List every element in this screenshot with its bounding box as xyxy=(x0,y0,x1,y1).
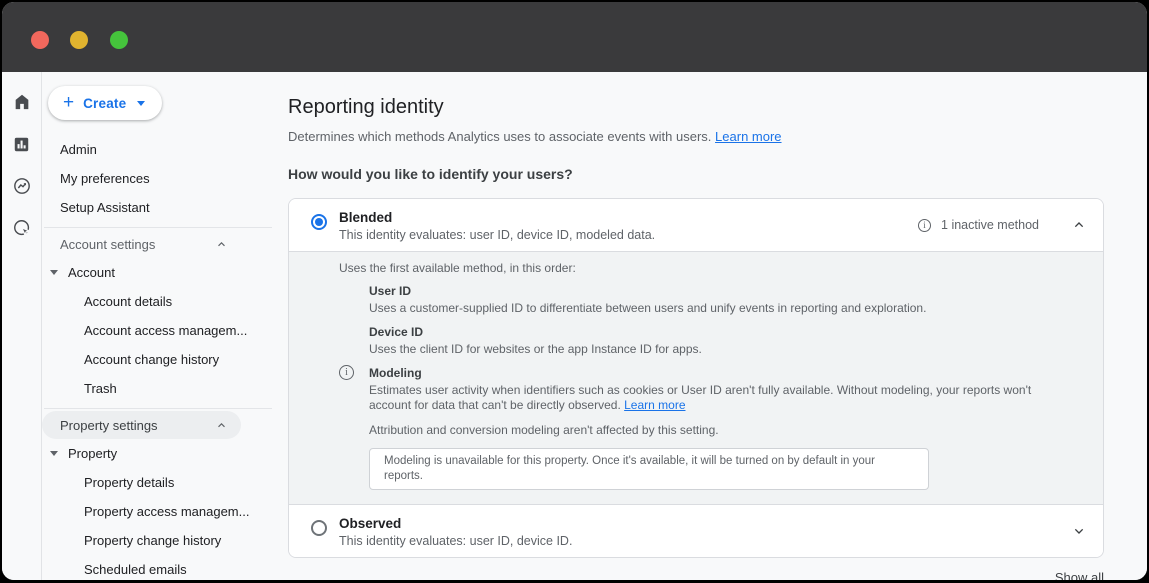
method-device-id: Device ID Uses the client ID for website… xyxy=(369,325,1063,357)
page-subtitle: Determines which methods Analytics uses … xyxy=(288,129,1147,144)
method-description: Uses the client ID for websites or the a… xyxy=(369,342,1063,357)
method-description: Uses a customer-supplied ID to different… xyxy=(369,301,1063,316)
inactive-method-badge: 1 inactive method xyxy=(941,218,1039,232)
tree-item-scheduled-emails[interactable]: Scheduled emails xyxy=(42,555,284,580)
tree-item-trash[interactable]: Trash xyxy=(42,374,284,403)
caret-down-icon xyxy=(50,451,58,456)
chevron-up-icon xyxy=(215,238,228,251)
method-modeling: i Modeling Estimates user activity when … xyxy=(369,366,1063,490)
reports-icon[interactable] xyxy=(10,132,34,156)
observed-radio[interactable] xyxy=(311,520,327,536)
details-intro: Uses the first available method, in this… xyxy=(339,261,1063,275)
method-description: Estimates user activity when identifiers… xyxy=(369,383,1063,413)
learn-more-link[interactable]: Learn more xyxy=(715,129,781,144)
tree-item-account-details[interactable]: Account details xyxy=(42,287,284,316)
tree-item-property-change-history[interactable]: Property change history xyxy=(42,526,284,555)
identity-question: How would you like to identify your user… xyxy=(288,166,1147,182)
section-header-label: Property settings xyxy=(60,418,158,433)
tree-item-account-access-management[interactable]: Account access managem... xyxy=(42,316,284,345)
collapse-chevron-up-icon[interactable] xyxy=(1071,217,1087,233)
observed-option-label: Observed xyxy=(339,516,572,531)
blended-option-row[interactable]: Blended This identity evaluates: user ID… xyxy=(289,199,1103,251)
blended-option-description: This identity evaluates: user ID, device… xyxy=(339,228,655,242)
tree-item-property[interactable]: Property xyxy=(42,439,284,468)
observed-option-description: This identity evaluates: user ID, device… xyxy=(339,534,572,548)
section-header-account-settings[interactable]: Account settings xyxy=(42,230,241,258)
create-button-label: Create xyxy=(83,96,126,111)
tree-item-property-details[interactable]: Property details xyxy=(42,468,284,497)
tree-item-account-change-history[interactable]: Account change history xyxy=(42,345,284,374)
blended-option-label: Blended xyxy=(339,210,655,225)
app-window: + Create Admin My preferences Setup Assi… xyxy=(2,2,1147,580)
minimize-window-button[interactable] xyxy=(70,31,88,49)
section-header-property-settings[interactable]: Property settings xyxy=(42,411,241,439)
admin-sidebar: + Create Admin My preferences Setup Assi… xyxy=(42,72,284,580)
page-subtitle-text: Determines which methods Analytics uses … xyxy=(288,129,711,144)
section-header-label: Account settings xyxy=(60,237,155,252)
blended-details-panel: Uses the first available method, in this… xyxy=(289,251,1103,505)
plus-icon: + xyxy=(63,93,74,112)
home-icon[interactable] xyxy=(10,90,34,114)
sidebar-menu: Admin My preferences Setup Assistant Acc… xyxy=(42,135,284,580)
close-window-button[interactable] xyxy=(31,31,49,49)
tree-item-label: Property xyxy=(68,446,117,461)
page-title: Reporting identity xyxy=(288,96,1147,119)
modeling-note: Attribution and conversion modeling aren… xyxy=(369,423,1063,438)
chevron-up-icon xyxy=(215,419,228,432)
modeling-unavailable-alert: Modeling is unavailable for this propert… xyxy=(369,448,929,490)
app-body: + Create Admin My preferences Setup Assi… xyxy=(2,72,1147,580)
method-name: User ID xyxy=(369,284,1063,298)
zoom-window-button[interactable] xyxy=(110,31,128,49)
nav-rail xyxy=(2,72,42,580)
caret-down-icon xyxy=(50,270,58,275)
tree-item-property-access-management[interactable]: Property access managem... xyxy=(42,497,284,526)
modeling-learn-more-link[interactable]: Learn more xyxy=(624,398,685,412)
method-name: Device ID xyxy=(369,325,1063,339)
sidebar-item-admin[interactable]: Admin xyxy=(42,135,284,164)
sidebar-item-setup-assistant[interactable]: Setup Assistant xyxy=(42,193,284,222)
info-icon: i xyxy=(339,365,354,380)
tree-item-label: Account xyxy=(68,265,115,280)
divider xyxy=(44,408,272,409)
explore-icon[interactable] xyxy=(10,174,34,198)
show-all-link[interactable]: Show all xyxy=(1055,570,1104,580)
titlebar xyxy=(2,2,1147,72)
identity-options-card: Blended This identity evaluates: user ID… xyxy=(288,198,1104,558)
main-content: Reporting identity Determines which meth… xyxy=(284,72,1147,580)
method-user-id: User ID Uses a customer-supplied ID to d… xyxy=(369,284,1063,316)
method-name: Modeling xyxy=(369,366,1063,380)
divider xyxy=(44,227,272,228)
info-icon[interactable]: i xyxy=(918,219,931,232)
card-footer: Show all Save Cancel xyxy=(288,567,1104,580)
observed-option-row[interactable]: Observed This identity evaluates: user I… xyxy=(289,505,1103,557)
create-button[interactable]: + Create xyxy=(48,86,162,120)
sidebar-item-my-preferences[interactable]: My preferences xyxy=(42,164,284,193)
blended-radio[interactable] xyxy=(311,214,327,230)
tree-item-account[interactable]: Account xyxy=(42,258,284,287)
chevron-down-icon xyxy=(137,101,145,106)
expand-chevron-down-icon[interactable] xyxy=(1071,523,1087,539)
advertising-icon[interactable] xyxy=(10,216,34,240)
